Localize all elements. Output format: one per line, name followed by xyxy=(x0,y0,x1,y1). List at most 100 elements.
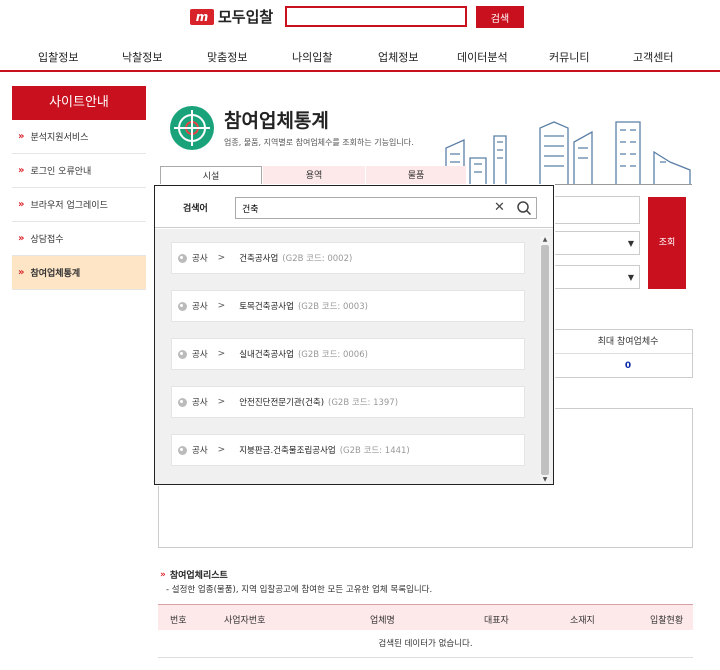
query-button[interactable]: 조회 xyxy=(648,197,686,289)
popup-header: 검색어 ✕ xyxy=(155,186,553,228)
chevron-right-icon: » xyxy=(18,165,25,176)
sidebar-item-browser-upgrade[interactable]: » 브라우저 업그레이드 xyxy=(12,188,146,222)
col-bid-status: 입찰현황 xyxy=(650,616,684,626)
chevron-down-icon: ▼ xyxy=(627,239,634,248)
logo-text: 모두입찰 xyxy=(218,8,274,26)
sidebar-item-label: 로그인 오류안내 xyxy=(30,167,92,177)
chevron-right-icon: > xyxy=(217,253,226,263)
chevron-right-icon: » xyxy=(18,199,25,210)
chevron-right-icon: » xyxy=(18,131,25,142)
result-item[interactable]: 공사 > 안전진단전문기관(건축) (G2B 코드: 1397) xyxy=(171,386,525,418)
result-code: (G2B 코드: 1397) xyxy=(328,398,399,408)
popup-results: 공사 > 건축공사업 (G2B 코드: 0002) 공사 > 토목건축공사업 (… xyxy=(155,229,553,484)
sidebar: 사이트안내 » 분석지원서비스 » 로그인 오류안내 » 브라우저 업그레이드 … xyxy=(12,86,146,290)
nav-item-my-bid[interactable]: 나의입찰 xyxy=(292,49,332,65)
logo-mark: m xyxy=(190,8,214,25)
result-code: (G2B 코드: 0003) xyxy=(297,302,368,312)
category-icon xyxy=(178,301,187,311)
main-nav: 입찰정보 낙찰정보 맞춤정보 나의입찰 업체정보 데이터분석 커뮤니티 고객센터 xyxy=(0,40,720,72)
radar-icon xyxy=(170,106,214,150)
top-header: m 모두입찰 검색 xyxy=(0,0,720,36)
result-code: (G2B 코드: 0002) xyxy=(282,254,353,264)
sidebar-item-participant-stats[interactable]: » 참여업체통계 xyxy=(12,256,146,290)
result-category: 공사 xyxy=(192,254,208,264)
site-logo[interactable]: m 모두입찰 xyxy=(190,6,273,27)
result-name: 토목건축공사업 xyxy=(239,302,294,312)
category-icon xyxy=(178,397,187,407)
category-icon xyxy=(178,445,187,455)
tab-goods[interactable]: 물품 xyxy=(366,166,466,186)
stats-header: 최대 참여업체수 xyxy=(554,330,692,354)
chevron-right-icon: » xyxy=(18,233,25,244)
nav-item-data-analysis[interactable]: 데이터분석 xyxy=(457,49,508,65)
scroll-down-icon[interactable]: ▼ xyxy=(540,476,550,484)
stats-table: 최대 참여업체수 0 xyxy=(553,329,693,378)
nav-item-award-info[interactable]: 낙찰정보 xyxy=(122,49,162,65)
result-name: 지붕판금.건축물조립공사업 xyxy=(239,446,336,456)
result-category: 공사 xyxy=(192,350,208,360)
city-skyline-icon xyxy=(445,121,691,184)
result-item[interactable]: 공사 > 지붕판금.건축물조립공사업 (G2B 코드: 1441) xyxy=(171,434,525,466)
col-representative: 대표자 xyxy=(484,616,509,626)
list-header: 번호 사업자번호 업체명 대표자 소재지 입찰현황 xyxy=(158,604,693,630)
sidebar-item-analysis-service[interactable]: » 분석지원서비스 xyxy=(12,120,146,154)
search-popup: 검색어 ✕ 공사 > 건축공사업 (G2B 코드: 0002) 공사 > 토목건… xyxy=(154,185,554,485)
result-item[interactable]: 공사 > 토목건축공사업 (G2B 코드: 0003) xyxy=(171,290,525,322)
close-icon[interactable]: ✕ xyxy=(494,200,505,216)
chevron-right-icon: » xyxy=(18,267,25,278)
sidebar-item-consultation[interactable]: » 상담접수 xyxy=(12,222,146,256)
list-title-text: 참여업체리스트 xyxy=(169,571,228,581)
sidebar-item-label: 분석지원서비스 xyxy=(30,133,89,143)
result-category: 공사 xyxy=(192,446,208,456)
sidebar-title: 사이트안내 xyxy=(12,86,146,120)
chevron-right-icon: > xyxy=(217,445,226,455)
sidebar-item-login-error[interactable]: » 로그인 오류안내 xyxy=(12,154,146,188)
search-icon[interactable] xyxy=(516,200,532,216)
region-select[interactable]: ▼ xyxy=(553,231,640,255)
chevron-right-icon: > xyxy=(217,301,226,311)
col-location: 소재지 xyxy=(570,616,595,626)
result-name: 건축공사업 xyxy=(239,254,279,264)
list-description: - 설정한 업종(물품), 지역 입찰공고에 참여한 모든 고유한 업체 목록입… xyxy=(166,585,433,595)
col-company-name: 업체명 xyxy=(370,616,395,626)
sidebar-item-label: 브라우저 업그레이드 xyxy=(30,201,108,211)
popup-search-label: 검색어 xyxy=(183,204,208,214)
list-title: » 참여업체리스트 xyxy=(160,568,228,582)
scrollbar-thumb[interactable] xyxy=(541,245,549,475)
category-icon xyxy=(178,253,187,263)
result-category: 공사 xyxy=(192,398,208,408)
scroll-up-icon[interactable]: ▲ xyxy=(540,236,550,244)
result-item[interactable]: 공사 > 실내건축공사업 (G2B 코드: 0006) xyxy=(171,338,525,370)
nav-item-bid-info[interactable]: 입찰정보 xyxy=(38,49,78,65)
top-search-input[interactable] xyxy=(285,6,467,27)
sidebar-item-label: 상담접수 xyxy=(30,235,64,245)
result-name: 실내건축공사업 xyxy=(239,350,294,360)
result-code: (G2B 코드: 1441) xyxy=(339,446,410,456)
stats-value: 0 xyxy=(624,361,632,371)
period-select[interactable]: ▼ xyxy=(553,265,640,289)
nav-item-community[interactable]: 커뮤니티 xyxy=(549,49,589,65)
chevron-down-icon: ▼ xyxy=(627,273,634,282)
popup-search-box: ✕ xyxy=(235,197,537,219)
popup-scrollbar[interactable]: ▲ ▼ xyxy=(540,236,550,484)
popup-search-input[interactable] xyxy=(236,198,486,218)
result-code: (G2B 코드: 0006) xyxy=(297,350,368,360)
col-number: 번호 xyxy=(170,616,187,626)
chevron-right-icon: > xyxy=(217,397,226,407)
nav-item-custom-info[interactable]: 맞춤정보 xyxy=(207,49,247,65)
sidebar-item-label: 참여업체통계 xyxy=(30,269,81,279)
tab-service[interactable]: 용역 xyxy=(263,166,365,186)
result-category: 공사 xyxy=(192,302,208,312)
result-item[interactable]: 공사 > 건축공사업 (G2B 코드: 0002) xyxy=(171,242,525,274)
chevron-right-icon: » xyxy=(160,569,166,580)
nav-item-customer-center[interactable]: 고객센터 xyxy=(633,49,673,65)
tab-facility[interactable]: 시설 xyxy=(160,166,262,186)
keyword-input[interactable] xyxy=(553,196,640,224)
list-empty-message: 검색된 데이터가 없습니다. xyxy=(158,630,693,658)
page-title: 참여업체통계 xyxy=(224,110,329,132)
top-search-button[interactable]: 검색 xyxy=(476,6,524,28)
category-icon xyxy=(178,349,187,359)
result-name: 안전진단전문기관(건축) xyxy=(239,398,325,408)
page-description: 업종, 물품, 지역별로 참여업체수를 조회하는 기능입니다. xyxy=(224,138,414,147)
nav-item-company-info[interactable]: 업체정보 xyxy=(378,49,418,65)
